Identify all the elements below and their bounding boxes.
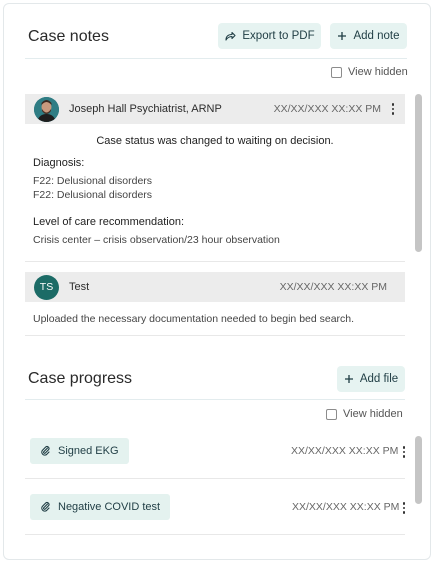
avatar: TS bbox=[34, 274, 59, 300]
add-file-label: Add file bbox=[359, 373, 399, 385]
export-pdf-label: Export to PDF bbox=[242, 30, 315, 42]
export-pdf-button[interactable]: Export to PDF bbox=[218, 23, 321, 49]
kebab-icon[interactable] bbox=[387, 103, 399, 115]
note-header: Joseph Hall Psychiatrist, ARNP XX/XX/XXX… bbox=[25, 94, 405, 124]
kebab-icon[interactable] bbox=[398, 502, 410, 514]
view-hidden-label: View hidden bbox=[343, 408, 403, 420]
files-scrollbar[interactable] bbox=[415, 436, 422, 504]
care-value: Crisis center – crisis observation/23 ho… bbox=[33, 234, 280, 246]
view-hidden-checkbox[interactable] bbox=[326, 408, 337, 420]
plus-icon bbox=[344, 374, 354, 384]
note-timestamp: XX/XX/XXX XX:XX PM bbox=[273, 103, 381, 115]
file-timestamp: XX/XX/XXX XX:XX PM bbox=[292, 501, 400, 513]
paperclip-icon bbox=[40, 444, 50, 459]
file-chip[interactable]: Signed EKG bbox=[30, 438, 129, 464]
file-separator bbox=[25, 534, 405, 535]
file-name: Negative COVID test bbox=[58, 501, 161, 513]
add-file-button[interactable]: Add file bbox=[337, 366, 405, 392]
note-separator bbox=[25, 335, 405, 336]
note-author: Joseph Hall Psychiatrist, ARNP bbox=[69, 103, 222, 115]
plus-icon bbox=[337, 31, 347, 41]
divider bbox=[25, 399, 405, 400]
file-timestamp: XX/XX/XXX XX:XX PM bbox=[291, 445, 399, 457]
note-body: Uploaded the necessary documentation nee… bbox=[33, 313, 355, 325]
note-timestamp: XX/XX/XXX XX:XX PM bbox=[279, 281, 387, 293]
view-hidden-files-toggle[interactable]: View hidden bbox=[326, 408, 403, 420]
view-hidden-label: View hidden bbox=[348, 66, 408, 78]
case-notes-title: Case notes bbox=[28, 28, 109, 45]
notes-scrollbar[interactable] bbox=[415, 94, 422, 252]
file-chip[interactable]: Negative COVID test bbox=[30, 494, 171, 520]
view-hidden-notes-toggle[interactable]: View hidden bbox=[331, 66, 408, 78]
view-hidden-checkbox[interactable] bbox=[331, 66, 342, 78]
avatar bbox=[34, 96, 59, 122]
diagnosis-heading: Diagnosis: bbox=[33, 157, 85, 169]
file-separator bbox=[25, 478, 405, 479]
add-note-label: Add note bbox=[353, 30, 400, 42]
note-author: Test bbox=[69, 281, 90, 293]
care-heading: Level of care recommendation: bbox=[33, 216, 185, 228]
note-separator bbox=[25, 261, 405, 262]
paperclip-icon bbox=[40, 500, 50, 515]
diagnosis-item: F22: Delusional disorders bbox=[33, 189, 153, 201]
kebab-icon[interactable] bbox=[398, 446, 410, 458]
file-name: Signed EKG bbox=[58, 445, 119, 457]
add-note-button[interactable]: Add note bbox=[330, 23, 407, 49]
diagnosis-item: F22: Delusional disorders bbox=[33, 175, 153, 187]
case-panel: Case notes Export to PDF Add note View h… bbox=[3, 3, 431, 560]
share-arrow-icon bbox=[224, 30, 236, 42]
case-progress-title: Case progress bbox=[28, 370, 133, 387]
status-change-text: Case status was changed to waiting on de… bbox=[96, 135, 334, 147]
divider bbox=[25, 58, 407, 59]
note-header: TS Test XX/XX/XXX XX:XX PM bbox=[25, 272, 405, 302]
